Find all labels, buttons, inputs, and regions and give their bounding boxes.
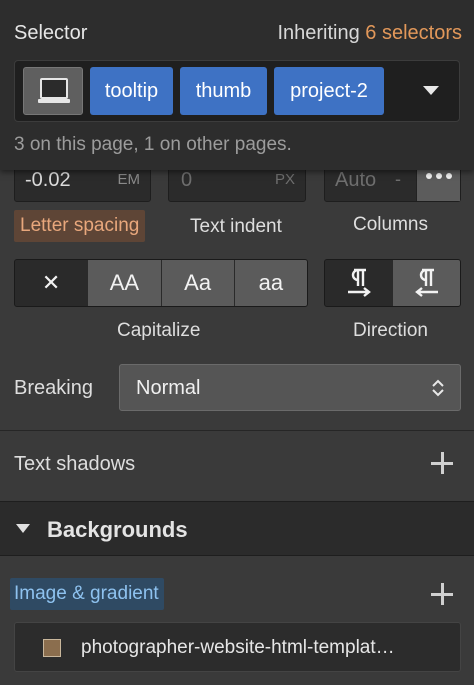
capitalize-none-button[interactable]: ✕ <box>15 260 88 306</box>
backgrounds-title: Backgrounds <box>47 517 188 542</box>
letter-spacing-label: Letter spacing <box>14 210 146 242</box>
add-background-icon[interactable] <box>431 583 453 605</box>
columns-dash: - <box>395 169 401 189</box>
text-shadows-label: Text shadows <box>14 453 136 475</box>
text-indent-unit[interactable]: PX <box>275 171 295 188</box>
selector-field[interactable]: tooltip thumb project-2 <box>14 60 460 122</box>
laptop-icon[interactable] <box>23 67 83 115</box>
breaking-value: Normal <box>136 377 201 399</box>
capitalize-control: ✕ AA Aa aa <box>14 259 308 307</box>
columns-value: Auto <box>335 169 377 191</box>
inheriting-count-link[interactable]: 6 selectors <box>365 22 462 44</box>
selector-chip-thumb[interactable]: thumb <box>180 67 267 115</box>
columns-label: Columns <box>353 214 428 235</box>
dot-icon <box>436 173 442 179</box>
background-file-name: photographer-website-html-templat… <box>81 637 395 658</box>
image-thumbnail-icon <box>43 639 61 657</box>
capitalize-titlecase-button[interactable]: Aa <box>160 260 234 306</box>
dot-icon <box>446 173 452 179</box>
inheriting-label: Inheriting <box>277 22 360 44</box>
selector-chip-project-2[interactable]: project-2 <box>274 67 384 115</box>
divider <box>0 430 474 431</box>
selector-chip-tooltip[interactable]: tooltip <box>90 67 173 115</box>
dot-icon <box>426 173 432 179</box>
add-text-shadow-icon[interactable] <box>431 452 453 474</box>
inheriting-info: Inheriting 6 selectors <box>277 22 462 45</box>
breaking-label: Breaking <box>14 377 93 399</box>
caret-down-icon <box>16 524 30 533</box>
selector-panel: Selector Inheriting 6 selectors tooltip … <box>0 0 474 170</box>
breaking-select[interactable]: Normal <box>119 364 461 411</box>
selector-usage-note: 3 on this page, 1 on other pages. <box>14 134 292 155</box>
capitalize-lowercase-button[interactable]: aa <box>233 260 307 306</box>
select-arrows-icon <box>432 379 444 397</box>
rtl-icon[interactable] <box>392 260 460 306</box>
backgrounds-section-header[interactable]: Backgrounds <box>0 501 474 556</box>
ltr-icon[interactable] <box>325 260 392 306</box>
text-indent-value: 0 <box>181 169 193 191</box>
direction-control <box>324 259 461 307</box>
capitalize-label: Capitalize <box>117 320 201 341</box>
capitalize-uppercase-button[interactable]: AA <box>87 260 161 306</box>
direction-label: Direction <box>353 320 428 341</box>
letter-spacing-unit[interactable]: EM <box>118 171 141 188</box>
chevron-down-icon[interactable] <box>423 86 439 95</box>
image-gradient-label: Image & gradient <box>10 578 164 610</box>
letter-spacing-value: -0.02 <box>25 169 71 191</box>
selector-title: Selector <box>14 22 88 44</box>
text-indent-label: Text indent <box>190 216 282 237</box>
background-image-item[interactable]: photographer-website-html-templat… <box>14 622 461 672</box>
